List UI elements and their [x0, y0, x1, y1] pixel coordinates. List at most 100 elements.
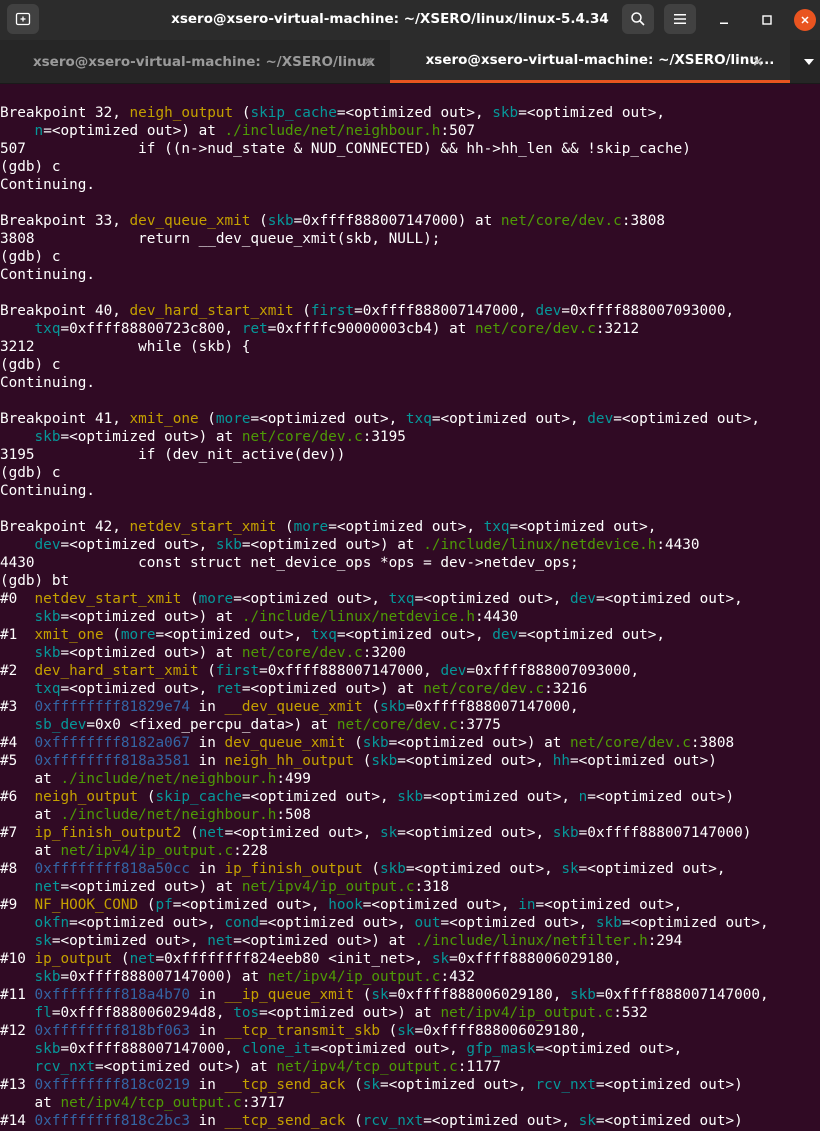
terminal-line: #11 0xffffffff818a4b70 in __ip_queue_xmi…	[0, 987, 769, 1003]
terminal-line: (gdb) c	[0, 249, 60, 265]
argument-name: dev	[492, 627, 519, 643]
terminal-text-segment: #14	[0, 1113, 35, 1129]
terminal-line: #2 dev_hard_start_xmit (first=0xffff8880…	[0, 663, 639, 679]
terminal-text-segment: (	[345, 1077, 363, 1093]
maximize-button[interactable]	[752, 0, 782, 40]
terminal-text-segment: =<optimized out>,	[423, 789, 579, 805]
argument-name: sk	[371, 987, 389, 1003]
argument-name: ret	[241, 321, 268, 337]
terminal-text-segment: (	[362, 861, 380, 877]
terminal-text-segment: =<optimized out>,	[518, 105, 666, 121]
argument-name: sb_dev	[34, 717, 87, 733]
minimize-button[interactable]	[709, 0, 739, 40]
source-file: net/ipv4/ip_output.c	[60, 843, 234, 859]
memory-address: 0xffffffff818a50cc	[34, 861, 190, 877]
argument-name: tos	[233, 1005, 260, 1021]
search-button[interactable]	[622, 4, 654, 34]
source-file: net/ipv4/tcp_output.c	[60, 1095, 242, 1111]
function-name: ip_finish_output2	[34, 825, 182, 841]
menu-button[interactable]	[664, 4, 696, 34]
argument-name: more	[120, 627, 156, 643]
terminal-text-segment: :1177	[457, 1059, 501, 1075]
new-tab-button[interactable]	[7, 4, 39, 34]
argument-name: skb	[267, 213, 294, 229]
source-file: net/ipv4/ip_output.c	[241, 879, 415, 895]
terminal-text-segment: :3717	[241, 1095, 285, 1111]
terminal-text-segment: Continuing.	[0, 375, 95, 391]
argument-name: skb	[380, 861, 406, 877]
terminal-text-segment: =<optimized out>,	[362, 897, 519, 913]
terminal-text-segment: (	[233, 105, 251, 121]
terminal-text-segment: :3212	[595, 321, 640, 337]
function-name: dev_hard_start_xmit	[129, 303, 294, 319]
tab-list-dropdown-button[interactable]	[798, 40, 820, 83]
terminal-line: Breakpoint 40, dev_hard_start_xmit (firs…	[0, 303, 734, 319]
terminal-output[interactable]: Breakpoint 32, neigh_output (skip_cache=…	[0, 84, 820, 1131]
terminal-text-segment: (gdb) bt	[0, 573, 70, 589]
terminal-line: #0 netdev_start_xmit (more=<optimized ou…	[0, 591, 743, 607]
argument-name: skb	[34, 1041, 61, 1057]
argument-name: skb	[492, 105, 519, 121]
terminal-line: #12 0xffffffff818bf063 in __tcp_transmit…	[0, 1023, 587, 1039]
argument-name: dev	[440, 663, 467, 679]
source-file: ./include/net/neighbour.h	[60, 771, 277, 787]
function-name: dev_queue_xmit	[129, 213, 251, 229]
tab-terminal-2-active[interactable]: xsero@xsero-virtual-machine: ~/XSERO/lin…	[390, 40, 790, 83]
terminal-text-segment: =<optimized out>) at	[233, 933, 415, 949]
argument-name: net	[34, 879, 61, 895]
terminal-text-segment: in	[190, 753, 225, 769]
source-file: ./include/net/neighbour.h	[224, 123, 441, 139]
tab-terminal-1[interactable]: xsero@xsero-virtual-machine: ~/XSERO/lin…	[0, 40, 390, 83]
terminal-text-segment: #8	[0, 861, 35, 877]
terminal-text-segment: =0xffff888006029180,	[388, 987, 571, 1003]
terminal-text-segment: (	[103, 627, 121, 643]
terminal-text-segment: #10	[0, 951, 35, 967]
source-file: net/core/dev.c	[475, 321, 596, 337]
terminal-line: at net/ipv4/tcp_output.c:3717	[0, 1095, 285, 1111]
tab-close-icon[interactable]: ×	[752, 40, 764, 83]
tab-close-icon[interactable]: ×	[362, 40, 374, 83]
argument-name: dev	[587, 411, 614, 427]
terminal-line: okfn=<optimized out>, cond=<optimized ou…	[0, 915, 769, 931]
terminal-text-segment: =0xffff888007147000,	[60, 1041, 242, 1057]
terminal-line: (gdb) c	[0, 159, 60, 175]
close-icon	[801, 16, 809, 24]
terminal-text-segment: #3	[0, 699, 35, 715]
argument-name: net	[129, 951, 156, 967]
terminal-text-segment: 3212 while (skb) {	[0, 339, 251, 355]
close-button[interactable]	[790, 0, 820, 40]
source-file: net/core/dev.c	[500, 213, 622, 229]
terminal-line: skb=<optimized out>) at net/core/dev.c:3…	[0, 645, 406, 661]
argument-name: rcv_nxt	[535, 1077, 596, 1093]
argument-name: more	[293, 519, 329, 535]
terminal-line: Breakpoint 32, neigh_output (skip_cache=…	[0, 105, 665, 121]
terminal-text-segment: 507 if ((n->nud_state & NUD_CONNECTED) &…	[0, 141, 691, 157]
terminal-text-segment: :3775	[457, 717, 501, 733]
argument-name: fl	[34, 1005, 52, 1021]
terminal-text-segment: =0xffff888007147000,	[405, 699, 579, 715]
terminal-text-segment: :228	[233, 843, 268, 859]
source-file: ./include/linux/netfilter.h	[414, 933, 648, 949]
source-file: net/core/dev.c	[336, 717, 458, 733]
terminal-line: (gdb) c	[0, 357, 60, 373]
terminal-text-segment: =0xffff888007147000) at	[60, 969, 268, 985]
terminal-text-segment: (	[354, 753, 372, 769]
function-name: ip_finish_output	[224, 861, 363, 877]
terminal-line: #3 0xffffffff81829e74 in __dev_queue_xmi…	[0, 699, 579, 715]
terminal-text-segment: =<optimized out>) at	[60, 609, 242, 625]
new-tab-icon	[15, 12, 31, 26]
source-file: ./include/net/neighbour.h	[60, 807, 277, 823]
terminal-text-segment: =<optimized out>,	[595, 591, 743, 607]
terminal-line: skb=0xffff888007147000) at net/ipv4/ip_o…	[0, 969, 475, 985]
hamburger-menu-icon	[674, 14, 686, 24]
terminal-text-segment: =<optimized out>,	[423, 1113, 579, 1129]
argument-name: skb	[362, 735, 389, 751]
terminal-text-segment: =<optimized out>) at	[95, 1059, 277, 1075]
terminal-text-segment: :507	[440, 123, 475, 139]
memory-address: 0xffffffff8182a067	[34, 735, 190, 751]
function-name: __tcp_send_ack	[224, 1077, 346, 1093]
terminal-text-segment: in	[190, 735, 225, 751]
terminal-text-segment: =0x0 <fixed_percpu_data>) at	[86, 717, 337, 733]
